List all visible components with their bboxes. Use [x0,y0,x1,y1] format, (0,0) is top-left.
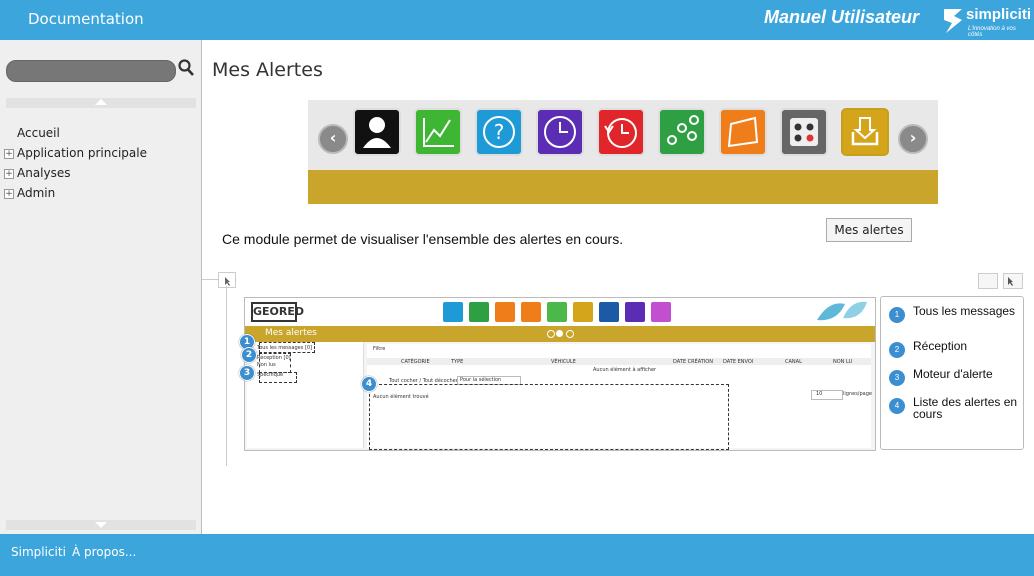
highlight-box-4 [369,384,729,450]
shot-col: DATE ENVOI [723,359,754,365]
carousel-next-button[interactable]: › [898,124,928,154]
sidebar-item-label: Admin [17,186,56,200]
manual-title: Manuel Utilisateur [764,7,920,27]
sidebar-item-label: Application principale [17,146,147,160]
mini-mail-icon [599,302,619,322]
marker-3: 3 [239,365,255,381]
mini-alerts-icon [573,302,593,322]
shot-col: NON LU [833,359,853,365]
screenshot-title-bar: Mes alertes [245,326,875,342]
simpliciti-logo[interactable]: simpliciti L'innovation à vos côtés [940,5,1032,38]
shot-filter-label: Filtre [373,346,386,352]
user-module-icon[interactable] [353,108,401,156]
svg-text:?: ? [494,120,505,144]
main-content: Mes Alertes ‹ ? › Mes alertes Ce module … [202,40,1034,534]
tree-line [226,286,227,466]
highlight-box-2 [259,353,291,373]
alerts-module-icon[interactable] [841,108,889,156]
mini-zone-icon [521,302,541,322]
shot-page-size: 10 [811,390,843,400]
carousel-prev-button[interactable]: ‹ [318,124,348,154]
legend-number: 3 [889,370,905,386]
shot-empty-table: Aucun élément à afficher [593,367,657,373]
mini-route-icon [469,302,489,322]
screenshot-bar-title: Mes alertes [265,328,317,338]
module-description: Ce module permet de visualiser l'ensembl… [222,231,624,247]
marker-4: 4 [361,376,377,392]
shot-col: DATE CRÉATION [673,359,713,365]
legend-number: 1 [889,307,905,323]
sidebar-scroll-down[interactable] [6,520,196,530]
tree-toggle-button[interactable] [218,272,236,288]
sidebar-item-application[interactable]: + Application principale [4,144,147,164]
brand-tagline: L'innovation à vos côtés [968,26,1016,38]
legend-text: Tous les messages [913,304,1016,318]
legend-text: Réception [913,339,968,353]
mini-search-icon [625,302,645,322]
module-carousel: ‹ ? › [308,100,938,204]
app-title[interactable]: Documentation [28,10,144,28]
expand-icon[interactable]: + [4,149,14,159]
top-bar: Documentation Manuel Utilisateur simplic… [0,0,1034,40]
mini-calendar-icon [651,302,671,322]
history-module-icon[interactable] [597,108,645,156]
footer-bar: Simpliciti À propos... [0,534,1034,576]
sidebar-item-analyses[interactable]: + Analyses [4,164,147,184]
sidebar-item-label: Accueil [17,126,60,140]
chevron-up-icon [95,99,107,105]
marker-2: 2 [241,347,257,363]
page-title: Mes Alertes [212,59,323,81]
highlight-box-1 [259,342,315,353]
chart-module-icon[interactable] [414,108,462,156]
georeb-logo: GEORED [251,302,304,322]
module-tooltip: Mes alertes [826,218,912,242]
shot-col: CANAL [785,359,802,365]
view-list-button[interactable] [978,273,998,289]
calculator-module-icon[interactable] [780,108,828,156]
zone-module-icon[interactable] [719,108,767,156]
tree-connector [202,279,218,280]
search-input[interactable] [6,60,176,82]
chevron-down-icon [95,522,107,528]
expand-icon[interactable]: + [4,169,14,179]
sidebar: Accueil + Application principale + Analyse… [0,40,202,534]
mini-fuel-icon [443,302,463,322]
footer-brand-link[interactable]: Simpliciti [11,545,66,559]
view-pointer-button[interactable] [1003,273,1023,289]
mini-pin-icon [495,302,515,322]
footer-about-link[interactable]: À propos... [72,545,136,559]
screenshot-toolbar: GEORED [245,298,875,326]
expand-icon[interactable]: + [4,189,14,199]
search-icon[interactable] [178,59,194,77]
shot-col: VÉHICULE [551,359,576,365]
alerts-screenshot: GEORED Mes alertes Tous les messages [0]… [239,297,876,451]
legend-number: 4 [889,398,905,414]
route-module-icon[interactable] [658,108,706,156]
legend-text: Liste des alertes en cours [913,395,1018,421]
simpliciti-s-icon [944,9,962,33]
brand-name: simpliciti [966,6,1032,23]
sidebar-nav: Accueil + Application principale + Analyse… [4,124,147,204]
highlight-box-3 [259,372,297,383]
shot-col: CATÉGORIE [401,359,430,365]
legend-number: 2 [889,342,905,358]
sidebar-item-admin[interactable]: + Admin [4,184,147,204]
mini-list-icon [547,302,567,322]
help-module-icon[interactable]: ? [475,108,523,156]
sidebar-scroll-up[interactable] [6,98,196,108]
shot-col: TYPE [451,359,464,365]
sidebar-item-label: Analyses [17,166,71,180]
shot-per-page: lignes/page [843,391,872,397]
clock-module-icon[interactable] [536,108,584,156]
sidebar-item-accueil[interactable]: Accueil [4,124,147,144]
legend-text: Moteur d'alerte [913,367,993,381]
legend-panel: 1 Tous les messages 2 Réception 3 Moteur… [880,296,1024,450]
carousel-band [308,170,938,204]
leaf-logo-icon [817,301,867,321]
